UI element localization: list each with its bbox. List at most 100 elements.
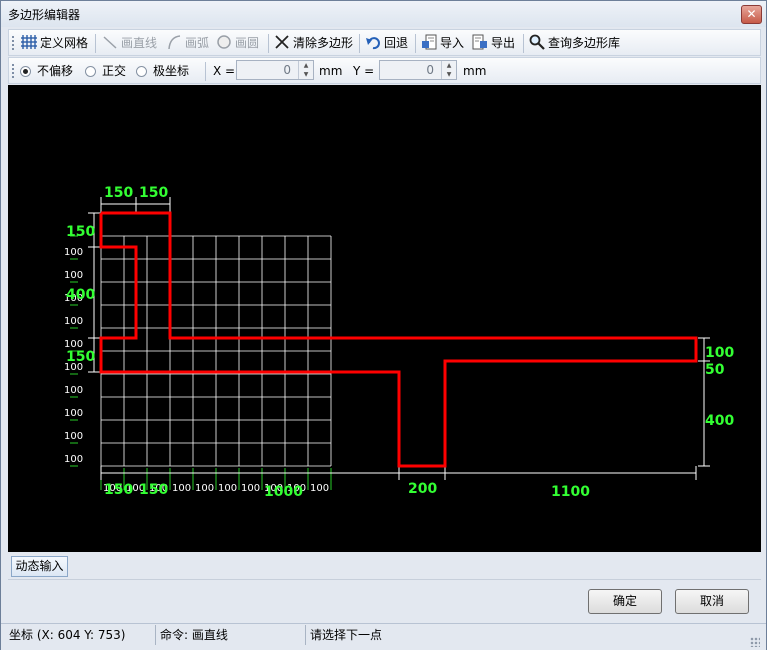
dynamic-input-toggle[interactable]: 动态输入 (11, 556, 68, 577)
toolbar-separator (415, 34, 416, 53)
dim-top-150-a: 150 (104, 185, 133, 201)
grid-row-label: 100 (64, 431, 83, 442)
dim-right-100: 100 (705, 345, 734, 361)
y-value: 0 (426, 63, 434, 77)
define-grid-label: 定义网格 (40, 36, 89, 50)
orthogonal-label: 正交 (102, 64, 127, 78)
radio-selected-icon (20, 66, 31, 77)
status-separator (305, 625, 306, 645)
status-command: 命令: 画直线 (160, 628, 228, 642)
dim-left-150-a: 150 (66, 224, 95, 240)
grid-row-label: 100 (64, 270, 83, 281)
grid-row-label: 100 (64, 408, 83, 419)
status-bar: 坐标 (X: 604 Y: 753) 命令: 画直线 请选择下一点 (1, 623, 766, 650)
export-icon (472, 34, 488, 50)
x-spinner[interactable]: ▲ ▼ (298, 61, 313, 79)
toolbar-grip[interactable] (12, 36, 17, 50)
x-label: X = (213, 64, 236, 78)
grid-row-label: 100 (64, 454, 83, 465)
dim-left-150-b: 150 (66, 349, 95, 365)
main-toolbar: 定义网格 画直线 画弧 画圆 清除多边形 回退 导入 导出 查询多边形库 (8, 29, 761, 56)
draw-line-button[interactable]: 画直线 (102, 34, 157, 52)
drawing-svg: 100 100 100 100 100 100 100 100 100 100 100 100 100 1… (64, 185, 734, 500)
import-label: 导入 (440, 36, 465, 50)
status-coords: 坐标 (X: 604 Y: 753) (9, 628, 126, 642)
dim-right-50: 50 (705, 362, 725, 378)
close-x-icon (274, 34, 290, 50)
query-polygon-library-button[interactable]: 查询多边形库 (529, 34, 620, 52)
grid-col-label: 100 (172, 483, 191, 494)
dim-top-150-b: 150 (139, 185, 168, 201)
define-grid-button[interactable]: 定义网格 (21, 34, 88, 52)
y-label: Y = (353, 64, 375, 78)
draw-line-label: 画直线 (121, 36, 158, 50)
toolbar-grip[interactable] (12, 64, 17, 78)
grid-col-label: 100 (310, 483, 329, 494)
dim-bottom-150-a: 150 (104, 482, 133, 498)
import-button[interactable]: 导入 (421, 34, 464, 52)
window-title: 多边形编辑器 (8, 8, 81, 22)
status-separator (155, 625, 156, 645)
grid-col-label: 100 (218, 483, 237, 494)
dim-right-400: 400 (705, 413, 734, 429)
mode-toolbar: 不偏移 正交 极坐标 X = 0 ▲ ▼ mm Y = 0 ▲ ▼ mm (8, 57, 761, 84)
export-button[interactable]: 导出 (472, 34, 515, 52)
export-label: 导出 (491, 36, 516, 50)
x-input[interactable]: 0 ▲ ▼ (236, 60, 314, 80)
resize-grip[interactable] (750, 637, 760, 647)
toolbar-separator (523, 34, 524, 53)
status-prompt: 请选择下一点 (310, 628, 383, 642)
grid-row-label: 100 (64, 316, 83, 327)
dim-bottom-1000: 1000 (264, 484, 303, 500)
grid-icon (21, 34, 37, 50)
draw-arc-button[interactable]: 画弧 (166, 34, 209, 52)
query-polygon-library-label: 查询多边形库 (548, 36, 621, 50)
clear-polygon-button[interactable]: 清除多边形 (274, 34, 353, 52)
x-value: 0 (283, 63, 291, 77)
cancel-button[interactable]: 取消 (675, 589, 749, 614)
y-input[interactable]: 0 ▲ ▼ (379, 60, 457, 80)
polygon-outline (99, 211, 698, 468)
no-offset-radio[interactable]: 不偏移 (20, 62, 73, 80)
arc-icon (166, 34, 182, 50)
title-bar: 多边形编辑器 ✕ (1, 1, 766, 27)
grid-col-label: 100 (195, 483, 214, 494)
polar-radio[interactable]: 极坐标 (136, 62, 189, 80)
undo-label: 回退 (384, 36, 409, 50)
close-button[interactable]: ✕ (741, 5, 762, 24)
toolbar-separator (268, 34, 269, 53)
clear-polygon-label: 清除多边形 (293, 36, 354, 50)
y-unit: mm (463, 64, 487, 78)
no-offset-label: 不偏移 (37, 64, 74, 78)
y-spinner[interactable]: ▲ ▼ (441, 61, 456, 79)
undo-button[interactable]: 回退 (365, 34, 408, 52)
grid-row-label: 100 (64, 385, 83, 396)
dim-left-400: 400 (66, 287, 95, 303)
radio-icon (136, 66, 147, 77)
toolbar-separator (205, 62, 206, 81)
radio-icon (85, 66, 96, 77)
import-icon (421, 34, 437, 50)
draw-arc-label: 画弧 (185, 36, 210, 50)
x-unit: mm (319, 64, 343, 78)
orthogonal-radio[interactable]: 正交 (85, 62, 126, 80)
dim-bottom-200: 200 (408, 481, 437, 497)
dim-bottom-150-b: 150 (139, 482, 168, 498)
grid: 100100100100100100100100100100100 100 100 1… (64, 235, 332, 494)
drawing-canvas[interactable]: 100 100 100 100 100 100 100 100 100 100 100 100 100 1… (8, 85, 761, 552)
dim-bottom-1100: 1100 (551, 484, 590, 500)
polar-label: 极坐标 (153, 64, 190, 78)
draw-circle-button[interactable]: 画圆 (216, 34, 259, 52)
search-icon (529, 34, 545, 50)
line-icon (102, 34, 118, 50)
draw-circle-label: 画圆 (235, 36, 260, 50)
polygon-editor-window: 多边形编辑器 ✕ 定义网格 画直线 画弧 画圆 清除多边形 回退 导入 导出 查… (0, 0, 767, 650)
grid-col-label: 100 (241, 483, 260, 494)
ok-button[interactable]: 确定 (588, 589, 662, 614)
circle-icon (216, 34, 232, 50)
divider (8, 579, 761, 580)
toolbar-separator (95, 34, 96, 53)
grid-row-label: 100 (64, 247, 83, 258)
undo-icon (365, 34, 381, 50)
toolbar-separator (359, 34, 360, 53)
